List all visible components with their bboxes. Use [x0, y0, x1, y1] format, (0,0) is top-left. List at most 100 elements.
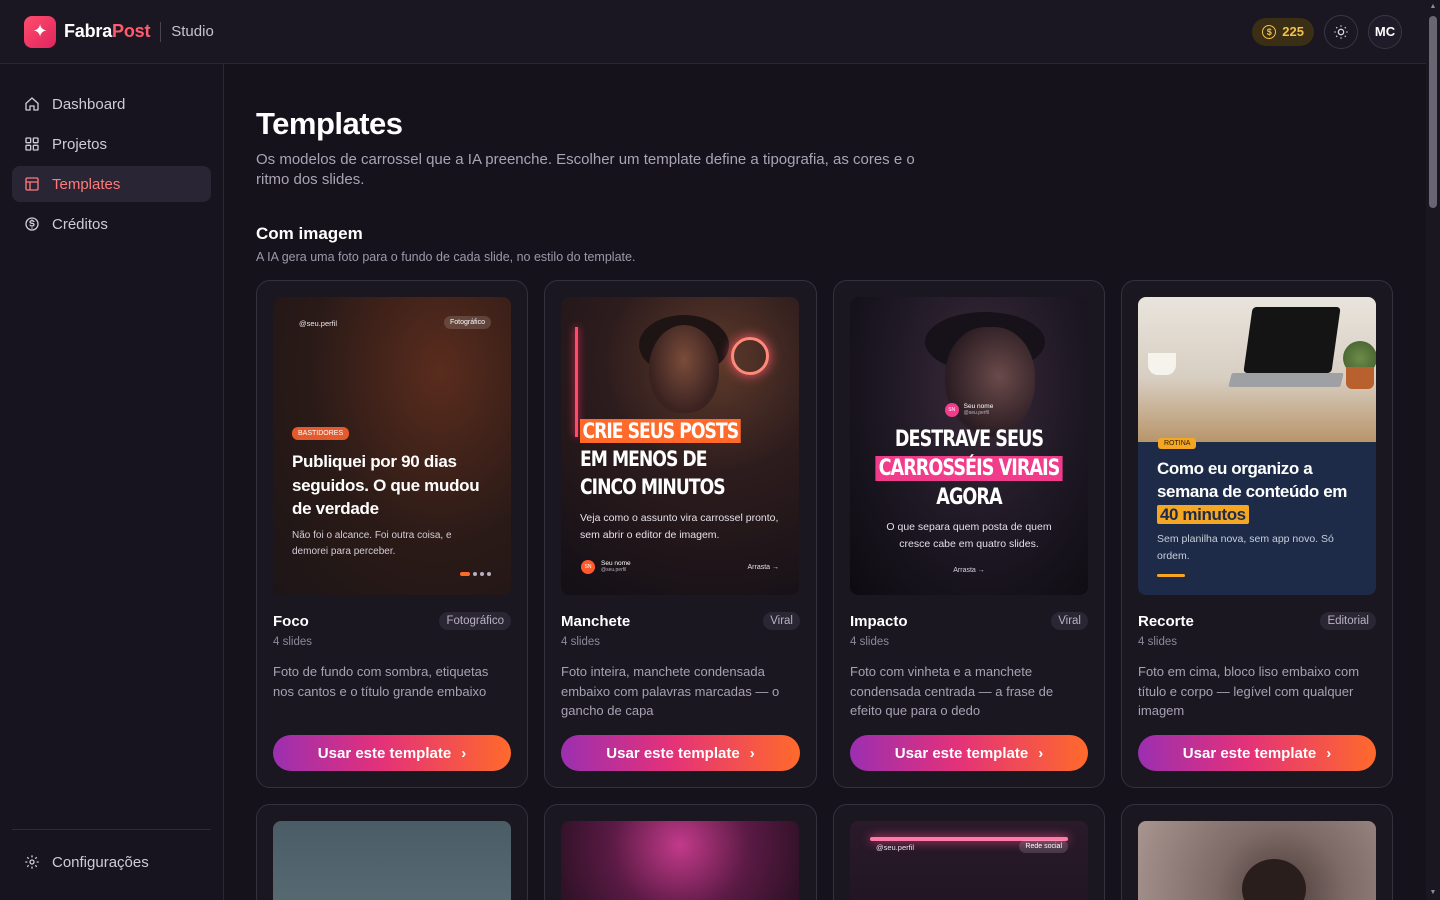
template-preview[interactable]: @seu.perfil Fotográfico BASTIDORES Publi… — [273, 297, 511, 595]
template-card[interactable] — [544, 804, 817, 900]
template-name: Foco — [273, 612, 309, 630]
preview-subtitle: Sem planilha nova, sem app novo. Só orde… — [1157, 533, 1334, 562]
product-name: Studio — [171, 23, 214, 40]
layout-icon — [24, 176, 40, 192]
user-avatar[interactable]: MC — [1368, 14, 1402, 49]
slide-dots — [460, 572, 491, 576]
sidebar-item-projetos[interactable]: Projetos — [12, 126, 211, 162]
template-name: Manchete — [561, 612, 631, 630]
ring-light — [731, 337, 769, 375]
preview-title: Como eu organizo a semana de conteúdo em… — [1157, 459, 1347, 524]
template-preview[interactable] — [273, 821, 511, 900]
template-preview[interactable]: ROTINA Como eu organizo a semana de cont… — [1138, 297, 1376, 595]
preview-swipe: Arrasta → — [747, 563, 779, 571]
preview-subtitle: Veja como o assunto vira carrossel pront… — [580, 512, 779, 541]
template-preview[interactable] — [561, 821, 799, 900]
preview-photo — [649, 325, 719, 413]
template-card-foco[interactable]: @seu.perfil Fotográfico BASTIDORES Publi… — [256, 280, 528, 788]
template-preview[interactable]: SN Seu nome @seu.perfil DESTRAVE SEUS CAR… — [850, 297, 1088, 595]
preview-subtitle: O que separa quem posta de quem cresce c… — [886, 521, 1052, 550]
top-bar: ✦ FabraPost Studio $ 225 MC — [0, 0, 1426, 64]
laptop-icon — [1243, 307, 1341, 373]
preview-photo — [945, 327, 1035, 437]
scrollbar-thumb[interactable] — [1429, 16, 1437, 208]
use-template-button[interactable]: Usar este template › — [1138, 735, 1376, 771]
template-preview[interactable]: @seu.perfil Rede social — [850, 821, 1088, 900]
template-tag: Viral — [763, 612, 800, 630]
template-name: Impacto — [850, 612, 908, 630]
template-card[interactable] — [1121, 804, 1393, 900]
preview-footer: SN Seu nome @seu.perfil Arrasta → — [581, 560, 779, 574]
preview-photo — [1138, 297, 1376, 442]
template-tag: Viral — [1051, 612, 1088, 630]
sparkle-icon[interactable]: ✦ — [24, 15, 56, 48]
sidebar-item-label: Dashboard — [52, 95, 126, 113]
template-card[interactable] — [256, 804, 528, 900]
template-preview[interactable] — [1138, 821, 1376, 900]
sidebar-item-label: Templates — [52, 175, 121, 193]
use-template-button[interactable]: Usar este template › — [273, 735, 511, 771]
sidebar-nav: Dashboard Projetos Templates Créditos — [0, 64, 223, 264]
preview-subtitle: Não foi o alcance. Foi outra coisa, e de… — [292, 530, 452, 557]
page-description: Os modelos de carrossel que a IA preench… — [256, 151, 915, 188]
main-content: Templates Os modelos de carrossel que a … — [224, 64, 1426, 900]
template-preview[interactable]: CRIE SEUS POSTS EM MENOS DE CINCO MINUTO… — [561, 297, 799, 595]
preview-badge: BASTIDORES — [292, 427, 350, 440]
preview-headline: DESTRAVE SEUS CARROSSÉIS VIRAIS AGORA — [874, 425, 1064, 512]
template-description: Foto inteira, manchete condensada embaix… — [561, 664, 780, 718]
preview-pill: Fotográfico — [443, 316, 491, 329]
template-card-recorte[interactable]: ROTINA Como eu organizo a semana de cont… — [1121, 280, 1393, 788]
template-tag: Editorial — [1320, 612, 1376, 630]
scroll-down-icon[interactable]: ▼ — [1429, 889, 1437, 897]
preview-handle: @seu.perfil — [876, 843, 915, 852]
template-slide-count: 4 slides — [273, 636, 312, 648]
chevron-right-icon: › — [461, 744, 467, 762]
preview-avatar: SN — [944, 403, 959, 417]
preview-swipe: Arrasta → — [953, 567, 985, 574]
credits-count: 225 — [1282, 24, 1304, 39]
sidebar-item-label: Créditos — [52, 215, 108, 233]
template-card-manchete[interactable]: CRIE SEUS POSTS EM MENOS DE CINCO MINUTO… — [544, 280, 817, 788]
page-scrollbar[interactable]: ▲ ▼ — [1426, 0, 1440, 900]
sidebar-item-templates[interactable]: Templates — [12, 166, 211, 202]
preview-pill: Rede social — [1019, 840, 1068, 853]
preview-title: Publiquei por 90 dias seguidos. O que mu… — [292, 452, 480, 518]
coin-icon — [24, 216, 40, 232]
brand-logo[interactable]: FabraPost — [64, 21, 150, 42]
sidebar-item-label: Projetos — [52, 135, 108, 153]
grid-icon — [24, 136, 40, 152]
sidebar-item-label: Configurações — [52, 853, 149, 871]
sidebar-item-creditos[interactable]: Créditos — [12, 206, 211, 242]
template-tag: Fotográfico — [439, 612, 511, 630]
preview-avatar: SN — [581, 560, 595, 574]
section-title: Com imagem — [256, 224, 363, 243]
gear-icon — [24, 854, 40, 870]
preview-accent-bar — [1157, 574, 1185, 577]
template-name: Recorte — [1138, 612, 1194, 630]
template-card-impacto[interactable]: SN Seu nome @seu.perfil DESTRAVE SEUS CAR… — [833, 280, 1105, 788]
template-slide-count: 4 slides — [1138, 636, 1177, 648]
sidebar-item-configuracoes[interactable]: Configurações — [12, 844, 211, 880]
use-template-button[interactable]: Usar este template › — [561, 735, 800, 771]
credits-balance[interactable]: $ 225 — [1252, 17, 1314, 46]
use-template-button[interactable]: Usar este template › — [850, 735, 1088, 771]
preview-headline: CRIE SEUS POSTS EM MENOS DE CINCO MINUTO… — [580, 417, 752, 501]
sidebar-item-dashboard[interactable]: Dashboard — [12, 86, 211, 122]
coin-icon: $ — [1262, 24, 1277, 39]
template-card[interactable]: @seu.perfil Rede social — [833, 804, 1105, 900]
sidebar-footer: Configurações — [12, 829, 211, 880]
chevron-right-icon: › — [1326, 744, 1332, 762]
template-description: Foto com vinheta e a manchete condensada… — [850, 664, 1054, 718]
brand-divider — [160, 21, 162, 42]
template-description: Foto em cima, bloco liso embaixo com tít… — [1138, 664, 1360, 718]
template-slide-count: 4 slides — [850, 636, 889, 648]
theme-toggle-button[interactable] — [1324, 14, 1358, 49]
chevron-right-icon: › — [1038, 744, 1044, 762]
sidebar: Dashboard Projetos Templates Créditos Co… — [0, 64, 224, 900]
preview-author: SN Seu nome @seu.perfil — [850, 403, 1088, 417]
section-description: A IA gera uma foto para o fundo de cada … — [256, 250, 636, 264]
home-icon — [24, 96, 40, 112]
cup-icon — [1148, 353, 1176, 375]
scroll-up-icon[interactable]: ▲ — [1429, 3, 1437, 11]
sun-icon — [1334, 24, 1348, 39]
